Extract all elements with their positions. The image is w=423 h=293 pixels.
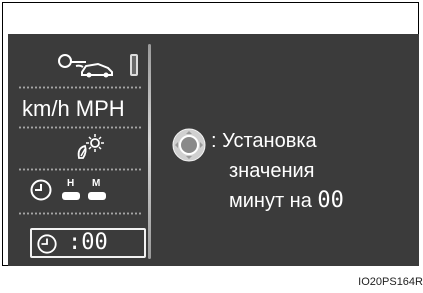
indicator-bar-icon bbox=[130, 54, 138, 76]
light-sensor-icon bbox=[77, 134, 104, 159]
settings-menu-panel: km/h MPH H M:00 bbox=[18, 44, 153, 259]
selected-clock-setting: :00 bbox=[30, 228, 146, 258]
divider bbox=[18, 126, 143, 129]
clock-icon bbox=[30, 179, 52, 201]
figure-code: IO20PS164R bbox=[358, 276, 423, 288]
instruction-line-1: : Установка bbox=[211, 130, 317, 152]
clock-time-value: :00 bbox=[68, 230, 108, 255]
minute-button-icon: M bbox=[88, 178, 106, 202]
instruction-text: : Установка значения минут на 00 bbox=[211, 126, 344, 216]
minute-key-label: M bbox=[92, 178, 101, 189]
driver-vehicle-icon bbox=[58, 54, 113, 78]
adjust-knob-icon bbox=[172, 128, 206, 162]
divider bbox=[18, 168, 143, 171]
instruction-line-3-prefix: минут на bbox=[229, 190, 312, 212]
instruction-line-3: минут на 00 bbox=[211, 186, 344, 216]
display-screen: km/h MPH H M:00: Установка значения ми… bbox=[8, 34, 419, 266]
hour-key-label: H bbox=[67, 178, 75, 189]
clock-icon bbox=[37, 234, 57, 254]
speed-units-label: km/h MPH bbox=[22, 96, 125, 121]
menu-scrollbar bbox=[148, 44, 151, 259]
divider bbox=[18, 86, 143, 89]
instruction-line-2: значения bbox=[229, 160, 315, 182]
hour-button-icon: H bbox=[62, 178, 80, 202]
divider bbox=[18, 212, 143, 215]
minutes-value: 00 bbox=[317, 188, 344, 213]
